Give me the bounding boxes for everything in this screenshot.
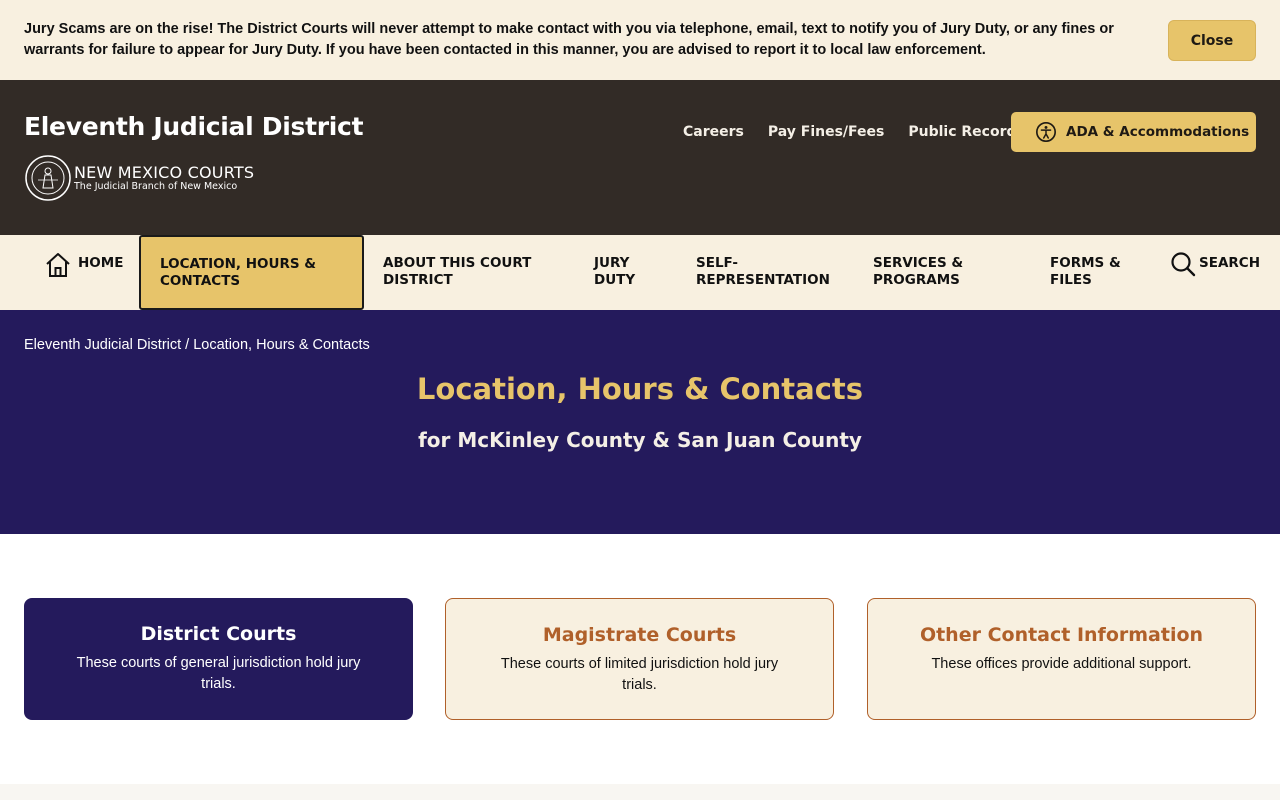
page-subtitle: for McKinley County & San Juan County <box>418 428 862 452</box>
breadcrumb[interactable]: Eleventh Judicial District / Location, H… <box>24 337 370 353</box>
pay-fines-link[interactable]: Pay Fines/Fees <box>768 124 885 140</box>
logo-sub-text: The Judicial Branch of New Mexico <box>74 181 238 192</box>
accessibility-icon <box>1036 122 1056 142</box>
nav-self-representation[interactable]: Self-Representation <box>696 235 846 310</box>
card-title: District Courts <box>140 623 297 645</box>
nav-forms-files[interactable]: Forms & Files <box>1050 235 1140 310</box>
ada-label: ADA & Accommodations <box>1066 124 1250 140</box>
ada-accommodations-button[interactable]: ADA & Accommodations <box>1011 112 1256 152</box>
scam-alert-banner: Jury Scams are on the rise! The District… <box>0 0 1280 80</box>
page-hero: Eleventh Judicial District / Location, H… <box>0 310 1280 534</box>
nav-services-programs[interactable]: Services & Programs <box>873 235 993 310</box>
nav-home[interactable]: Home <box>78 235 136 310</box>
footer-strip <box>0 784 1280 800</box>
nm-courts-logo[interactable]: NEW MEXICO COURTS The Judicial Branch of… <box>24 154 254 202</box>
public-records-link[interactable]: Public Records <box>908 124 1024 140</box>
court-seal-icon <box>25 155 71 201</box>
logo-main-text: NEW MEXICO COURTS <box>74 163 255 182</box>
careers-link[interactable]: Careers <box>683 124 744 140</box>
card-description: These courts of limited jurisdiction hol… <box>500 656 779 693</box>
card-description: These offices provide additional support… <box>931 656 1192 672</box>
card-title: Other Contact Information <box>919 624 1204 646</box>
nav-location-hours-contacts[interactable]: Location, Hours & Contacts <box>139 235 364 310</box>
nav-about-district[interactable]: About this Court District <box>383 235 563 310</box>
search-icon[interactable] <box>1170 251 1196 277</box>
nav-search[interactable]: Search <box>1199 235 1260 310</box>
home-icon[interactable] <box>44 251 72 279</box>
other-contact-card[interactable]: Other Contact Information These offices … <box>867 598 1256 720</box>
nav-jury-duty[interactable]: Jury Duty <box>594 235 654 310</box>
utility-links: Careers Pay Fines/Fees Public Records <box>683 124 1025 140</box>
main-nav: Home Location, Hours & Contacts About th… <box>0 235 1280 310</box>
page-title: Location, Hours & Contacts <box>416 372 864 406</box>
scam-alert-text: Jury Scams are on the rise! The District… <box>24 21 1114 58</box>
close-alert-button[interactable]: Close <box>1168 20 1256 61</box>
site-header: Eleventh Judicial District NEW MEXICO CO… <box>0 80 1280 235</box>
site-title[interactable]: Eleventh Judicial District <box>24 112 364 141</box>
magistrate-courts-card[interactable]: Magistrate Courts These courts of limite… <box>445 598 834 720</box>
card-description: These courts of general jurisdiction hol… <box>76 655 361 692</box>
district-courts-card[interactable]: District Courts These courts of general … <box>24 598 413 720</box>
card-title: Magistrate Courts <box>542 624 737 646</box>
